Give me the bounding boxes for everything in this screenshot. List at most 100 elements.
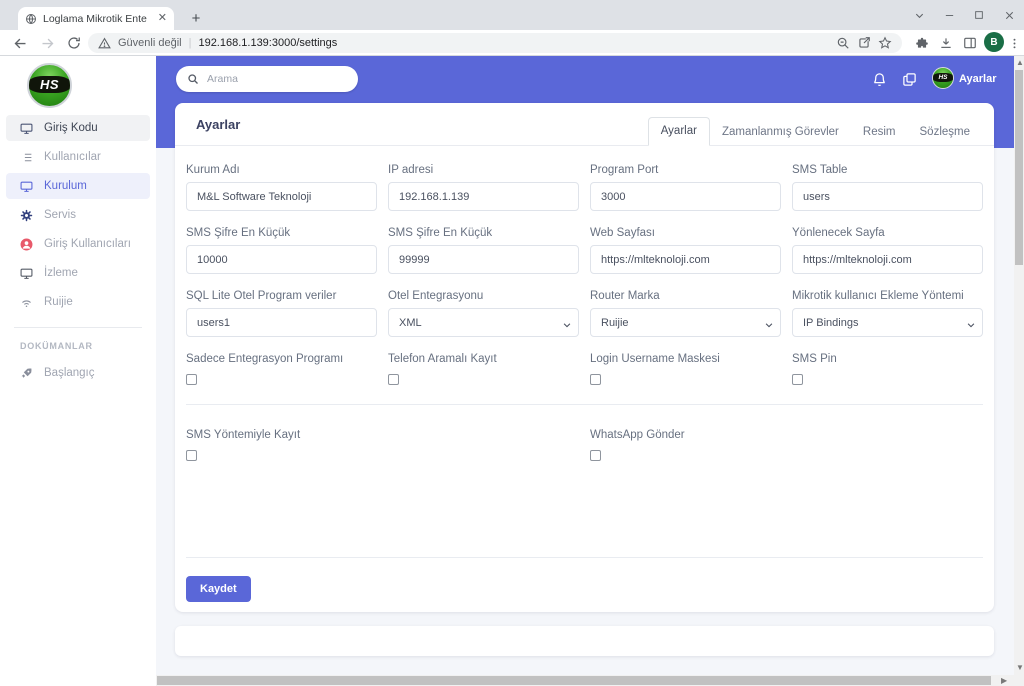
ip-adresi-input[interactable] [388, 182, 579, 211]
field-label: SQL Lite Otel Program veriler [186, 290, 377, 302]
sms-yontemiyle-kayit-checkbox[interactable] [186, 450, 197, 461]
sidebar-item-label: Giriş Kodu [44, 122, 98, 134]
sms-table-input[interactable] [792, 182, 983, 211]
app-logo[interactable]: HS [27, 63, 72, 108]
field-sqlite-otel: SQL Lite Otel Program veriler [186, 290, 377, 337]
security-label: Güvenli değil [118, 37, 182, 49]
scroll-right-icon[interactable]: ▶ [1001, 677, 1007, 685]
mikrotik-ekleme-yontemi-select[interactable]: IP Bindings [792, 308, 983, 337]
sidebar-item-giris-kullanicilari[interactable]: Giriş Kullanıcıları [6, 231, 150, 257]
window-maximize-button[interactable] [964, 0, 994, 30]
tab-title: Loglama Mikrotik Entegrasyon G [43, 13, 147, 25]
sqlite-otel-input[interactable] [186, 308, 377, 337]
forward-icon[interactable] [37, 33, 57, 53]
zoom-out-icon[interactable] [836, 36, 850, 50]
scroll-up-icon[interactable]: ▲ [1016, 59, 1024, 67]
browser-tab[interactable]: Loglama Mikrotik Entegrasyon G ✕ [18, 7, 174, 30]
field-label: SMS Pin [792, 353, 983, 365]
field-kurum-adi: Kurum Adı [186, 164, 377, 211]
url-bar[interactable]: Güvenli değil | 192.168.1.139:3000/setti… [88, 33, 902, 53]
bookmark-star-icon[interactable] [878, 36, 892, 50]
browser-profile-avatar[interactable]: B [984, 32, 1004, 52]
scroll-down-icon[interactable]: ▼ [1016, 664, 1024, 672]
window-minimize-button[interactable] [934, 0, 964, 30]
save-button[interactable]: Kaydet [186, 576, 251, 602]
settings-tabs: Ayarlar Zamanlanmış Görevler Resim Sözle… [648, 117, 982, 146]
user-avatar-band: HS [932, 73, 954, 82]
field-sms-pin: SMS Pin [792, 353, 983, 385]
bottom-card [175, 626, 994, 656]
tab-close-icon[interactable]: ✕ [158, 13, 167, 24]
user-circle-icon [19, 237, 33, 251]
sidebar-item-ruijie[interactable]: Ruijie [6, 289, 150, 315]
telefon-aramali-checkbox[interactable] [388, 374, 399, 385]
sidebar-item-label: İzleme [44, 267, 78, 279]
sms-sifre-max-input[interactable] [388, 245, 579, 274]
rocket-icon [19, 366, 33, 380]
tab-zamanlanmis-gorevler[interactable]: Zamanlanmış Görevler [710, 119, 851, 146]
router-marka-select[interactable]: Ruijie [590, 308, 781, 337]
sidebar-item-servis[interactable]: Servis [6, 202, 150, 228]
reload-icon[interactable] [64, 33, 84, 53]
user-avatar[interactable]: HS [932, 67, 954, 89]
browser-menu-icon[interactable] [1004, 33, 1024, 53]
tab-resim[interactable]: Resim [851, 119, 908, 146]
notifications-bell-icon[interactable] [870, 70, 888, 88]
footer-divider [186, 557, 983, 558]
sidebar-item-giris-kodu[interactable]: Giriş Kodu [6, 115, 150, 141]
login-username-maskesi-checkbox[interactable] [590, 374, 601, 385]
sidebar-item-kurulum[interactable]: Kurulum [6, 173, 150, 199]
url-separator: | [189, 37, 192, 49]
apps-copy-icon[interactable] [900, 70, 918, 88]
field-login-username-maskesi: Login Username Maskesi [590, 353, 781, 385]
tab-ayarlar[interactable]: Ayarlar [648, 117, 710, 146]
otel-entegrasyonu-select[interactable]: XML [388, 308, 579, 337]
field-mikrotik-ekleme-yontemi: Mikrotik kullanıcı Ekleme Yöntemi IP Bin… [792, 290, 983, 337]
sidebar: HS Giriş Kodu Kullanıcılar Kurulum [0, 56, 156, 686]
sadece-entegrasyon-checkbox[interactable] [186, 374, 197, 385]
sms-pin-checkbox[interactable] [792, 374, 803, 385]
field-label: WhatsApp Gönder [590, 429, 781, 441]
yonlenecek-sayfa-input[interactable] [792, 245, 983, 274]
tab-sozlesme[interactable]: Sözleşme [908, 119, 983, 146]
sidebar-divider [14, 327, 142, 328]
sidebar-item-label: Kurulum [44, 180, 87, 192]
field-label: SMS Yöntemiyle Kayıt [186, 429, 377, 441]
sidebar-item-label: Ruijie [44, 296, 73, 308]
field-label: Otel Entegrasyonu [388, 290, 579, 302]
vertical-scrollbar-thumb[interactable] [1015, 70, 1023, 265]
sidebar-item-label: Başlangıç [44, 367, 95, 379]
screen: Loglama Mikrotik Entegrasyon G ✕ + [0, 0, 1024, 686]
downloads-icon[interactable] [936, 33, 956, 53]
sms-sifre-min-input[interactable] [186, 245, 377, 274]
not-secure-warning-icon [98, 37, 111, 50]
kurum-adi-input[interactable] [186, 182, 377, 211]
whatsapp-gonder-checkbox[interactable] [590, 450, 601, 461]
side-panel-icon[interactable] [960, 33, 980, 53]
gear-icon [19, 208, 33, 222]
web-sayfasi-input[interactable] [590, 245, 781, 274]
field-label: Login Username Maskesi [590, 353, 781, 365]
tab-search-icon[interactable] [904, 0, 934, 30]
user-menu-label[interactable]: Ayarlar [959, 73, 997, 85]
new-tab-button[interactable]: + [186, 8, 206, 28]
globe-favicon-icon [25, 13, 37, 25]
window-close-button[interactable] [994, 0, 1024, 30]
browser-tabstrip: Loglama Mikrotik Entegrasyon G ✕ + [0, 0, 1024, 30]
user-avatar-text: HS [938, 74, 947, 81]
program-port-input[interactable] [590, 182, 781, 211]
list-icon [19, 150, 33, 164]
field-sms-sifre-min: SMS Şifre En Küçük [186, 227, 377, 274]
back-icon[interactable] [10, 33, 30, 53]
extensions-puzzle-icon[interactable] [912, 33, 932, 53]
field-ip-adresi: IP adresi [388, 164, 579, 211]
field-label: SMS Table [792, 164, 983, 176]
search-input[interactable]: Arama [176, 66, 358, 92]
field-whatsapp-gonder: WhatsApp Gönder [590, 429, 781, 461]
share-icon[interactable] [857, 36, 871, 50]
sidebar-item-baslangic[interactable]: Başlangıç [6, 360, 150, 386]
url-text: 192.168.1.139:3000/settings [198, 37, 829, 49]
sidebar-item-kullanicilar[interactable]: Kullanıcılar [6, 144, 150, 170]
sidebar-item-izleme[interactable]: İzleme [6, 260, 150, 286]
horizontal-scrollbar-thumb[interactable] [157, 676, 991, 685]
